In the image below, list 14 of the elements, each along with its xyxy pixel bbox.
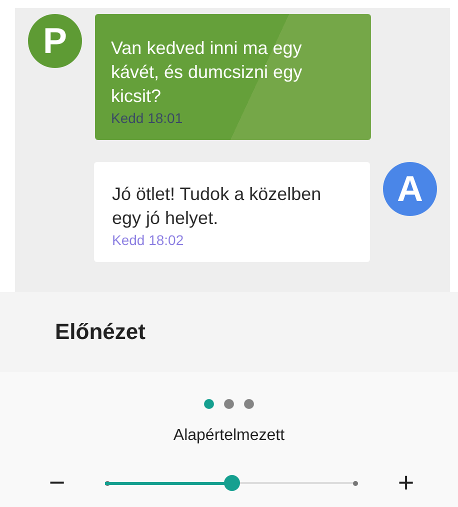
decrease-button[interactable]: −: [45, 469, 69, 497]
page-indicator-dot[interactable]: [204, 399, 214, 409]
message-text: Van kedved inni ma egy kávét, és dumcsizni egy kicsit?: [111, 37, 304, 108]
page-indicator-dot[interactable]: [224, 399, 234, 409]
slider-thumb[interactable]: [224, 475, 240, 491]
avatar: A: [383, 162, 437, 216]
page-indicator-dot[interactable]: [244, 399, 254, 409]
message-time: Kedd 18:02: [112, 232, 185, 248]
preview-title: Előnézet: [55, 319, 146, 345]
message-text: Jó ötlet! Tudok a közelben egy jó helyet.: [112, 183, 322, 230]
avatar: P: [28, 14, 82, 68]
increase-button[interactable]: +: [394, 469, 418, 497]
message-time: Kedd 18:01: [111, 110, 184, 126]
size-label: Alapértelmezett: [173, 427, 285, 445]
